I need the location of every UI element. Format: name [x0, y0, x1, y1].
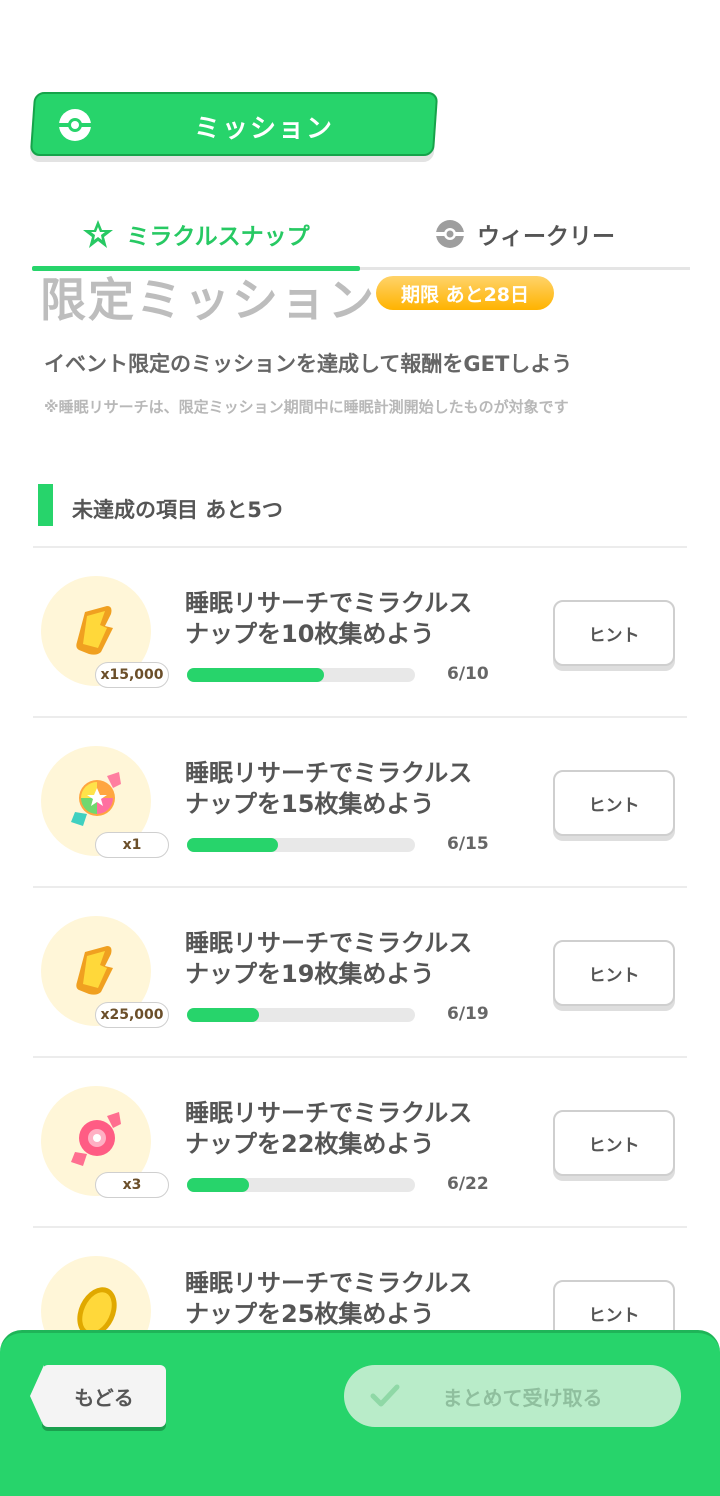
progress-bar — [187, 1008, 415, 1022]
reward-badge: x1 — [41, 746, 169, 858]
progress-text: 6/22 — [447, 1174, 489, 1194]
dream-shard-icon — [76, 606, 113, 655]
reward-count: x25,000 — [95, 1002, 169, 1028]
progress-fill — [187, 1178, 250, 1192]
progress-bar — [187, 838, 415, 852]
mission-note: ※睡眠リサーチは、限定ミッション期間中に睡眠計測開始したものが対象です — [44, 398, 569, 416]
section-title: 未達成の項目 あと5つ — [72, 498, 283, 522]
hint-button[interactable]: ヒント — [553, 770, 675, 836]
golden-seed-icon — [77, 1287, 117, 1334]
tab-miracle-snap[interactable]: ミラクルスナップ — [32, 196, 360, 272]
progress-text: 6/10 — [447, 664, 489, 684]
claim-all-button[interactable]: まとめて受け取る — [344, 1365, 681, 1427]
hint-button[interactable]: ヒント — [553, 600, 675, 666]
progress-text: 6/19 — [447, 1004, 489, 1024]
pink-candy-icon — [71, 1112, 121, 1166]
mission-title: 睡眠リサーチでミラクルス ナップを22枚集めよう — [185, 1099, 473, 1158]
mission-title: 睡眠リサーチでミラクルス ナップを15枚集めよう — [185, 759, 473, 818]
reward-count: x3 — [95, 1172, 169, 1198]
mission-item: 睡眠リサーチでミラクルス ナップを25枚集めよう ヒント — [33, 1228, 687, 1334]
hint-button[interactable]: ヒント — [553, 940, 675, 1006]
reward-count: x1 — [95, 832, 169, 858]
progress-bar — [187, 668, 415, 682]
mission-description: イベント限定のミッションを達成して報酬をGETしよう — [44, 352, 573, 376]
mission-title: 睡眠リサーチでミラクルス ナップを10枚集めよう — [185, 589, 473, 648]
hint-button[interactable]: ヒント — [553, 1110, 675, 1176]
footer-bar: もどる まとめて受け取る — [0, 1330, 720, 1496]
mission-list-scroll[interactable]: 限定ミッション 期限 あと28日 イベント限定のミッションを達成して報酬をGET… — [0, 274, 720, 1334]
claim-label: まとめて受け取る — [442, 1385, 603, 1410]
progress-fill — [187, 668, 324, 682]
tab-bar: ミラクルスナップ ウィークリー — [32, 196, 690, 272]
progress-fill — [187, 1008, 260, 1022]
reward-badge: x15,000 — [41, 576, 169, 688]
dream-shard-icon — [76, 946, 113, 995]
star-icon — [83, 220, 114, 248]
reward-badge — [41, 1256, 151, 1334]
tab-divider — [360, 267, 690, 270]
tab-active-indicator — [32, 266, 360, 271]
section-marker — [38, 484, 53, 526]
pokeball-icon — [59, 109, 91, 141]
hint-button[interactable]: ヒント — [553, 1280, 675, 1334]
reward-badge: x25,000 — [41, 916, 169, 1028]
mission-title: 睡眠リサーチでミラクルス ナップを25枚集めよう — [185, 1269, 473, 1328]
mission-item: x1 睡眠リサーチでミラクルス ナップを15枚集めよう 6/15 ヒント — [33, 718, 687, 888]
progress-fill — [187, 838, 279, 852]
mission-item: x15,000 睡眠リサーチでミラクルス ナップを10枚集めよう 6/10 ヒント — [33, 548, 687, 718]
page-title: ミッション — [193, 114, 334, 144]
mission-item: x25,000 睡眠リサーチでミラクルス ナップを19枚集めよう 6/19 ヒント — [33, 888, 687, 1058]
tab-label: ウィークリー — [477, 224, 615, 250]
reward-badge: x3 — [41, 1086, 169, 1198]
progress-text: 6/15 — [447, 834, 489, 854]
pokeball-icon — [436, 220, 464, 248]
page-banner: ミッション — [29, 92, 439, 156]
mission-title: 睡眠リサーチでミラクルス ナップを19枚集めよう — [185, 929, 473, 988]
tab-label: ミラクルスナップ — [126, 224, 310, 250]
back-button[interactable]: もどる — [42, 1365, 166, 1427]
period-badge: 期限 あと28日 — [376, 276, 554, 310]
reward-count: x15,000 — [95, 662, 169, 688]
rainbow-candy-icon — [71, 772, 121, 826]
limited-mission-title: 限定ミッション — [40, 274, 376, 327]
mission-item: x3 睡眠リサーチでミラクルス ナップを22枚集めよう 6/22 ヒント — [33, 1058, 687, 1228]
progress-bar — [187, 1178, 415, 1192]
tab-weekly[interactable]: ウィークリー — [360, 196, 690, 272]
check-icon — [370, 1384, 400, 1407]
